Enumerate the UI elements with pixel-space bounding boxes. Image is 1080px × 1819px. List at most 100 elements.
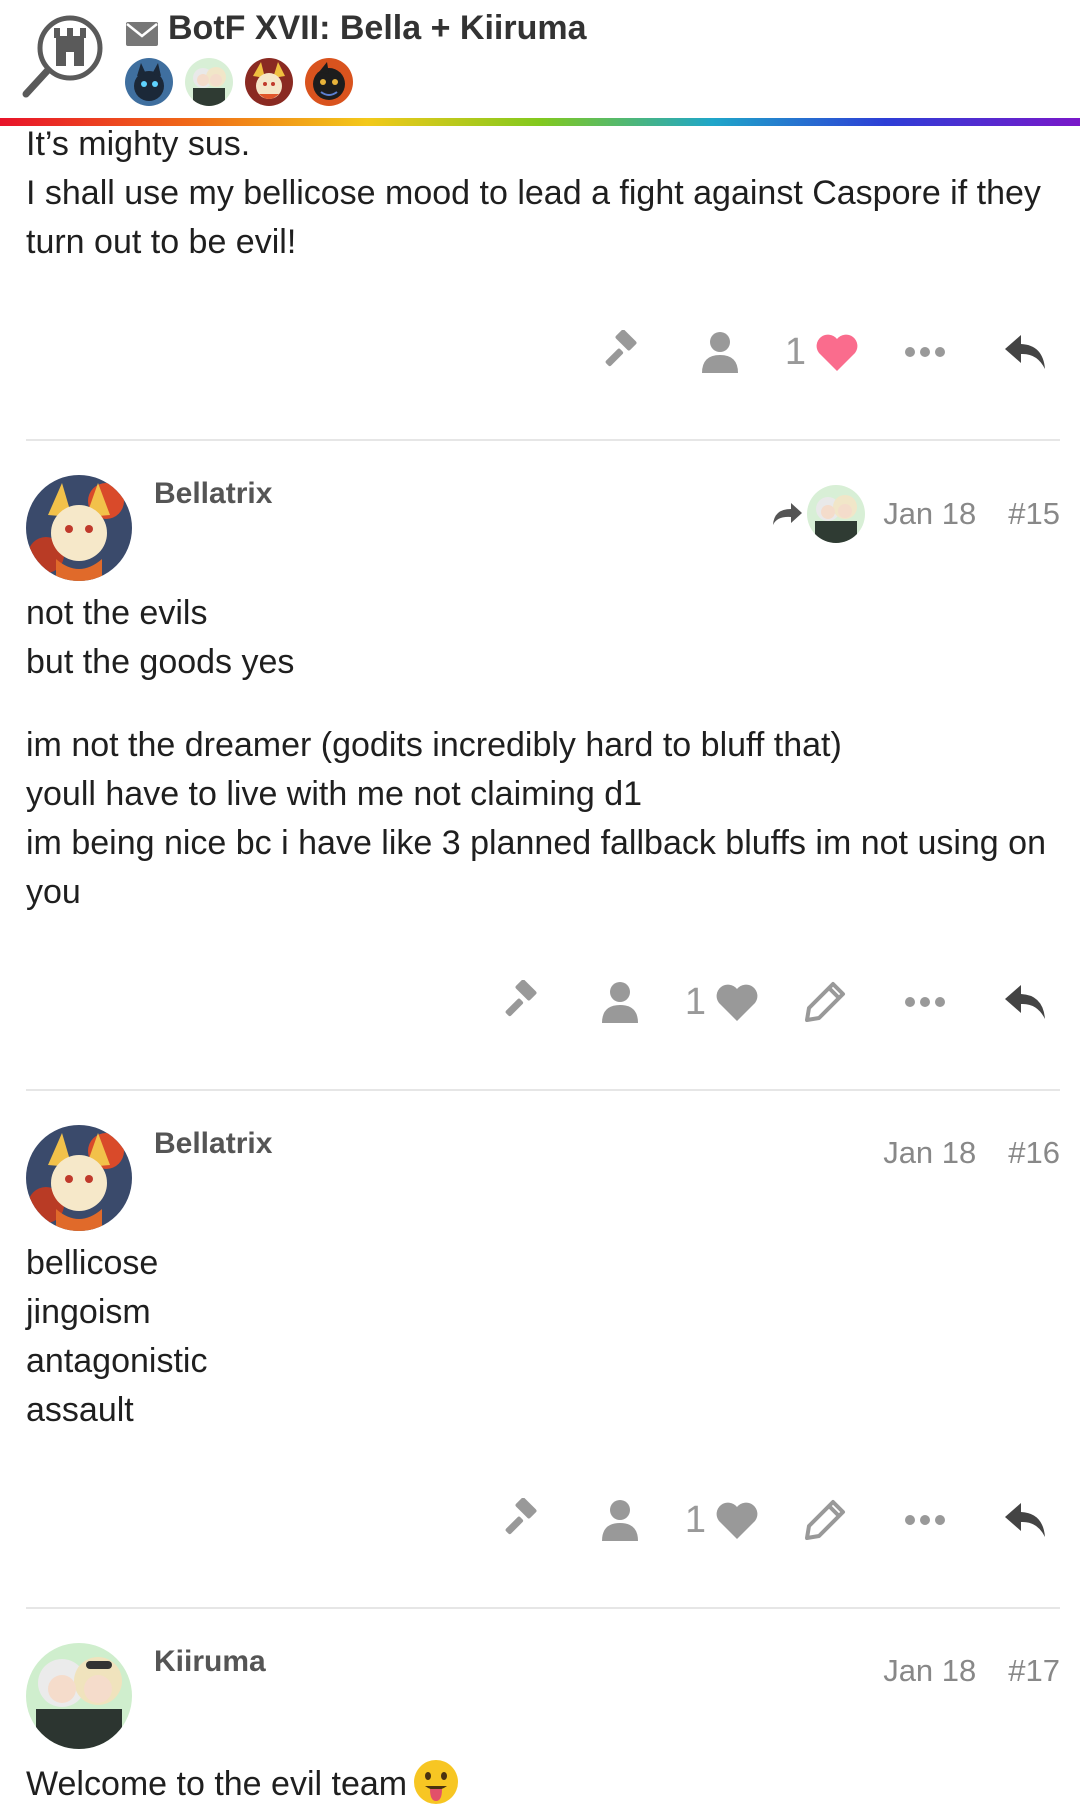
post-header: Bellatrix Jan 18 #15 — [26, 475, 1060, 585]
post-meta: Jan 18 #17 — [865, 1653, 1060, 1689]
post-date[interactable]: Jan 18 — [883, 1135, 976, 1171]
envelope-icon — [126, 16, 158, 46]
post: It’s mighty sus. I shall use my bellicos… — [26, 120, 1060, 441]
user-icon — [601, 982, 638, 1023]
post-divider — [26, 439, 1060, 441]
edit-button[interactable] — [790, 1490, 860, 1550]
post-number[interactable]: #15 — [1008, 496, 1060, 532]
heart-icon — [816, 334, 858, 371]
flag-gavel-button[interactable] — [485, 972, 555, 1032]
post-paragraph: It’s mighty sus. I shall use my bellicos… — [26, 120, 1060, 267]
post-text-line: im being nice bc i have like 3 planned f… — [26, 824, 1046, 911]
gavel-icon — [605, 330, 637, 367]
flag-gavel-button[interactable] — [485, 1490, 555, 1550]
flag-gavel-button[interactable] — [585, 322, 655, 382]
ellipsis-icon — [905, 1515, 945, 1525]
avatar[interactable] — [305, 58, 353, 106]
post: Bellatrix Jan 18 #16 bellicose jingoism … — [26, 1125, 1060, 1609]
reply-button[interactable] — [990, 972, 1060, 1032]
ellipsis-icon — [905, 997, 945, 1007]
post-stream: It’s mighty sus. I shall use my bellicos… — [26, 125, 1060, 1809]
gavel-icon — [505, 1498, 537, 1535]
post-header: Bellatrix Jan 18 #16 — [26, 1125, 1060, 1235]
post-text: Welcome to the evil team — [26, 1765, 408, 1803]
ellipsis-icon — [905, 347, 945, 357]
post-username[interactable]: Bellatrix — [154, 1127, 272, 1161]
user-button[interactable] — [685, 322, 755, 382]
reply-to-indicator[interactable] — [771, 485, 866, 543]
post-divider — [26, 1607, 1060, 1609]
more-button[interactable] — [890, 322, 960, 382]
post-paragraph: not the evils but the goods yes — [26, 589, 1060, 687]
share-arrow-icon — [773, 503, 803, 525]
post-text-line: bellicose — [26, 1244, 159, 1282]
post-number[interactable]: #17 — [1008, 1653, 1060, 1689]
post-text-line: not the evils — [26, 594, 208, 632]
post-meta: Jan 18 #15 — [771, 485, 1060, 543]
like-button[interactable]: 1 — [785, 331, 860, 374]
more-button[interactable] — [890, 972, 960, 1032]
user-icon — [601, 1500, 638, 1541]
reply-button[interactable] — [990, 322, 1060, 382]
heart-icon — [716, 1502, 758, 1539]
post-username[interactable]: Kiiruma — [154, 1645, 266, 1679]
post-text-line: It’s mighty sus. — [26, 125, 251, 163]
post-body: It’s mighty sus. I shall use my bellicos… — [26, 120, 1060, 267]
post-text-line: Welcome to the evil team — [26, 1759, 1060, 1809]
edit-button[interactable] — [790, 972, 860, 1032]
avatar[interactable] — [26, 1643, 132, 1749]
post-text-line: im not the dreamer (godits incredibly ha… — [26, 726, 842, 764]
like-count: 1 — [684, 1498, 706, 1541]
post-actions: 1 — [26, 317, 1060, 387]
like-button[interactable]: 1 — [685, 1499, 760, 1542]
avatar[interactable] — [245, 58, 293, 106]
reply-arrow-icon — [1005, 1503, 1045, 1537]
site-logo-magnifier-castle-icon[interactable] — [22, 12, 112, 100]
avatar[interactable] — [125, 58, 173, 106]
user-button[interactable] — [585, 972, 655, 1032]
post-text-line: antagonistic — [26, 1342, 208, 1380]
like-count: 1 — [684, 980, 706, 1023]
pencil-icon — [805, 982, 845, 1022]
post-number[interactable]: #16 — [1008, 1135, 1060, 1171]
avatar[interactable] — [185, 58, 233, 106]
topic-title[interactable]: BotF XVII: Bella + Kiiruma — [126, 6, 586, 50]
post-text-line: assault — [26, 1391, 134, 1429]
like-count: 1 — [784, 330, 806, 373]
reply-arrow-icon — [1005, 335, 1045, 369]
post-header: Kiiruma Jan 18 #17 — [26, 1643, 1060, 1753]
topic-header: BotF XVII: Bella + Kiiruma — [0, 0, 1080, 118]
post-paragraph: Welcome to the evil team — [26, 1759, 1060, 1809]
post-body: not the evils but the goods yes im not t… — [26, 589, 1060, 917]
avatar[interactable] — [26, 475, 132, 581]
post-date[interactable]: Jan 18 — [883, 1653, 976, 1689]
more-button[interactable] — [890, 1490, 960, 1550]
post: Bellatrix Jan 18 #15 not the evils but t… — [26, 475, 1060, 1091]
participant-avatars — [125, 58, 353, 106]
post-divider — [26, 1089, 1060, 1091]
pencil-icon — [805, 1500, 845, 1540]
post-text-line: jingoism — [26, 1293, 151, 1331]
post-paragraph: bellicose jingoism antagonistic assault — [26, 1239, 1060, 1435]
stuck-out-tongue-emoji-icon — [413, 1759, 459, 1805]
post-text-line: youll have to live with me not claiming … — [26, 775, 643, 813]
reply-arrow-icon — [1005, 985, 1045, 1019]
post: Kiiruma Jan 18 #17 Welcome to the evil t… — [26, 1643, 1060, 1809]
post-text-line: but the goods yes — [26, 643, 295, 681]
reply-button[interactable] — [990, 1490, 1060, 1550]
post-text-line: I shall use my bellicose mood to lead a … — [26, 174, 1041, 261]
post-body: Welcome to the evil team — [26, 1759, 1060, 1809]
post-actions: 1 — [26, 1485, 1060, 1555]
avatar[interactable] — [26, 1125, 132, 1231]
post-username[interactable]: Bellatrix — [154, 477, 272, 511]
user-button[interactable] — [585, 1490, 655, 1550]
post-body: bellicose jingoism antagonistic assault — [26, 1239, 1060, 1435]
topic-title-text: BotF XVII: Bella + Kiiruma — [168, 8, 587, 47]
post-paragraph: im not the dreamer (godits incredibly ha… — [26, 721, 1060, 917]
user-icon — [701, 332, 738, 373]
post-date[interactable]: Jan 18 — [883, 496, 976, 532]
reply-to-avatar — [807, 485, 866, 543]
like-button[interactable]: 1 — [685, 981, 760, 1024]
post-meta: Jan 18 #16 — [865, 1135, 1060, 1171]
post-actions: 1 — [26, 967, 1060, 1037]
